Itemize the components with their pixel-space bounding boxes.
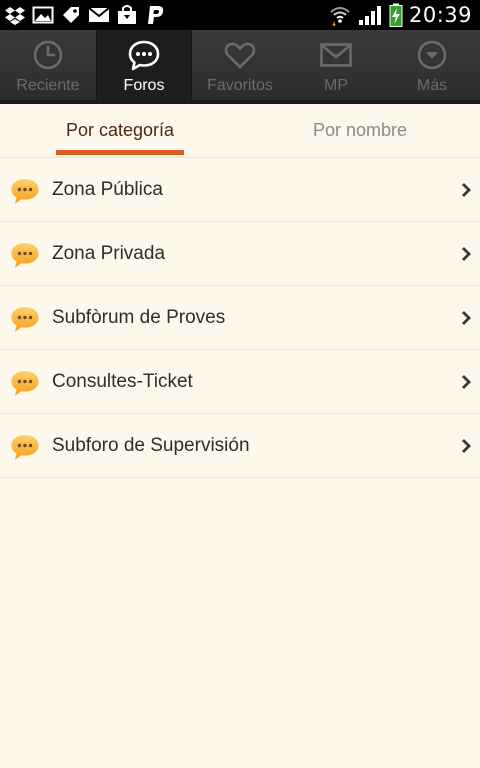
forum-row-zona-publica[interactable]: Zona Pública [0, 158, 480, 222]
notification-icons [4, 3, 166, 27]
forum-name: Zona Privada [52, 242, 166, 264]
subtab-label: Por nombre [312, 120, 408, 140]
chevron-right-icon [462, 439, 471, 453]
mail-icon [88, 7, 110, 22]
main-tab-bar: Reciente Foros Favoritos MP Más [0, 30, 480, 104]
chevron-right-icon [462, 183, 471, 197]
tab-reciente[interactable]: Reciente [0, 30, 96, 104]
tab-label: Foros [123, 77, 165, 94]
clock-time: 20:39 [408, 3, 472, 27]
sub-tab-bar: Por categoría Por nombre [0, 104, 480, 158]
subtab-por-categoria[interactable]: Por categoría [0, 104, 240, 157]
chat-bubble-icon [11, 371, 39, 396]
forum-row-subforo-de-supervision[interactable]: Subforo de Supervisión [0, 414, 480, 478]
chat-bubble-icon [11, 243, 39, 268]
tab-label: Favoritos [207, 77, 273, 94]
dropbox-icon [5, 7, 25, 25]
tab-mas[interactable]: Más [384, 30, 480, 104]
chat-bubble-icon [11, 179, 39, 204]
tab-mp[interactable]: MP [288, 30, 384, 104]
forum-name: Subforo de Supervisión [52, 434, 250, 456]
forum-row-consultes-ticket[interactable]: Consultes-Ticket [0, 350, 480, 414]
system-icons: 20:39 [329, 0, 472, 30]
wifi-icon [330, 7, 350, 26]
chevron-right-icon [462, 311, 471, 325]
forum-name: Zona Pública [52, 178, 163, 200]
chat-bubble-icon [128, 40, 160, 71]
chevron-right-icon [462, 375, 471, 389]
heart-icon [224, 42, 256, 69]
forum-list: Zona Pública Zona Privada Subfòrum de Pr… [0, 158, 480, 478]
tag-icon [63, 7, 79, 23]
image-icon [32, 6, 54, 24]
subtab-por-nombre[interactable]: Por nombre [240, 104, 480, 157]
tab-label: Reciente [16, 77, 80, 94]
chat-bubble-icon [11, 435, 39, 460]
envelope-icon [320, 43, 352, 67]
status-bar: 20:39 [0, 0, 480, 30]
forum-row-subforum-de-proves[interactable]: Subfòrum de Proves [0, 286, 480, 350]
paypal-icon [148, 6, 164, 24]
battery-charging-icon [389, 3, 403, 27]
forum-row-zona-privada[interactable]: Zona Privada [0, 222, 480, 286]
tab-label: Más [416, 77, 448, 94]
forum-name: Subfòrum de Proves [52, 306, 226, 328]
active-tab-indicator [56, 150, 184, 155]
subtab-label: Por categoría [65, 120, 175, 140]
clock-icon [33, 40, 63, 70]
signal-icon [358, 6, 381, 25]
chevron-right-icon [462, 247, 471, 261]
tab-foros[interactable]: Foros [96, 30, 192, 104]
forum-name: Consultes-Ticket [52, 370, 193, 392]
chevron-circle-icon [417, 40, 447, 70]
tab-favoritos[interactable]: Favoritos [192, 30, 288, 104]
chat-bubble-icon [11, 307, 39, 332]
shopping-bag-icon [118, 5, 136, 24]
tab-label: MP [324, 77, 348, 94]
